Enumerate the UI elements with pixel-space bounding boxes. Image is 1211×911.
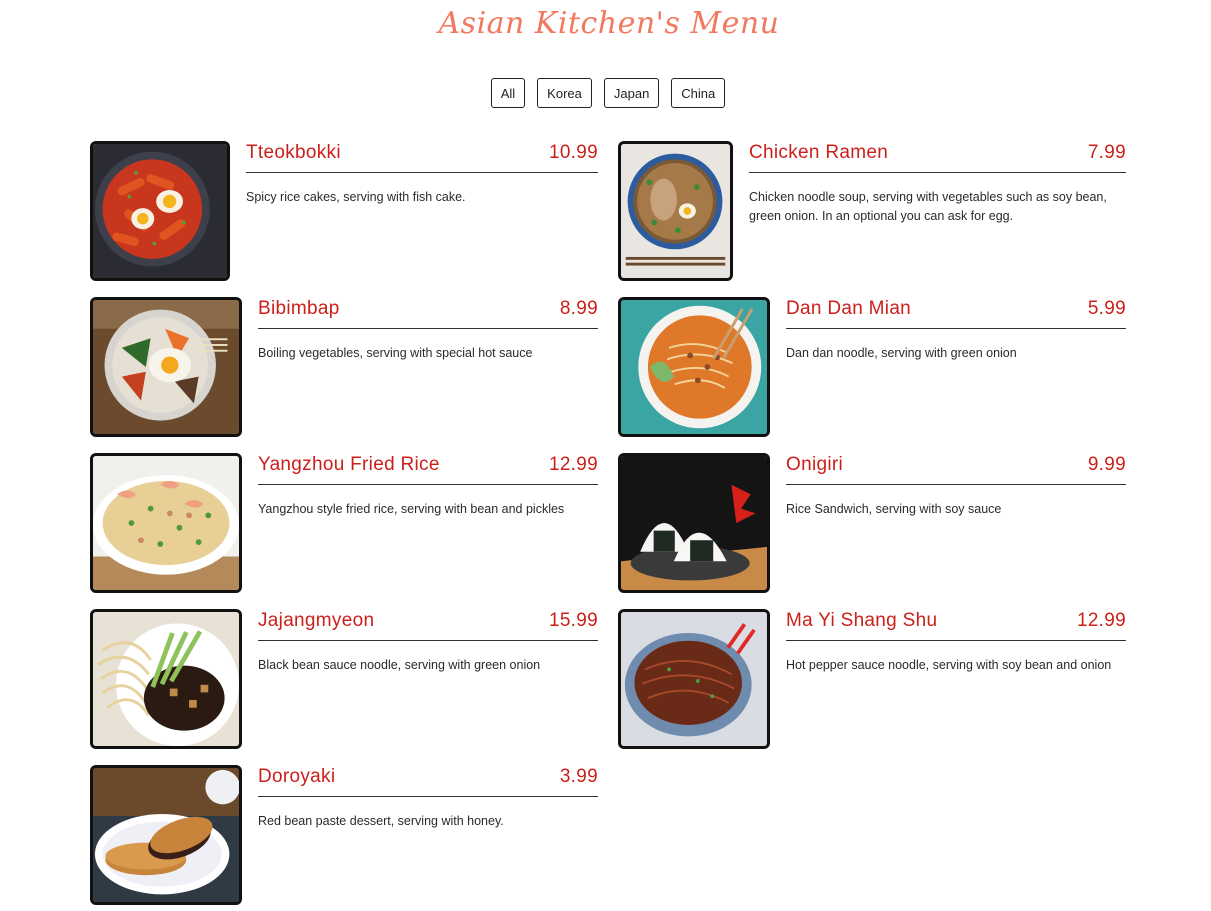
bibimbap-photo <box>90 297 242 437</box>
item-name: Dan Dan Mian <box>786 298 912 319</box>
ma-yi-shang-shu-photo <box>618 609 770 749</box>
menu-item: Bibimbap 8.99 Boiling vegetables, servin… <box>90 297 598 437</box>
item-name: Onigiri <box>786 454 844 475</box>
item-name: Tteokbokki <box>246 142 341 163</box>
menu-item: Onigiri 9.99 Rice Sandwich, serving with… <box>618 453 1126 593</box>
item-description: Black bean sauce noodle, serving with gr… <box>258 658 541 672</box>
item-description: Boiling vegetables, serving with special… <box>258 346 533 360</box>
item-description: Yangzhou style fried rice, serving with … <box>258 502 565 516</box>
item-description: Hot pepper sauce noodle, serving with so… <box>786 658 1112 672</box>
item-name: Doroyaki <box>258 766 336 787</box>
menu-item: Ma Yi Shang Shu 12.99 Hot pepper sauce n… <box>618 609 1126 749</box>
item-price: 12.99 <box>1076 610 1126 631</box>
item-name: Yangzhou Fried Rice <box>258 454 440 475</box>
dan-dan-mian-photo <box>618 297 770 437</box>
menu-item: Chicken Ramen 7.99 Chicken noodle soup, … <box>618 141 1126 281</box>
item-header: Dan Dan Mian 5.99 <box>786 297 1126 329</box>
menu-item: Tteokbokki 10.99 Spicy rice cakes, servi… <box>90 141 598 281</box>
filter-button-china[interactable]: China <box>671 78 726 108</box>
menu-item: Jajangmyeon 15.99 Black bean sauce noodl… <box>90 609 598 749</box>
item-description: Red bean paste dessert, serving with hon… <box>258 814 504 828</box>
menu-item: Dan Dan Mian 5.99 Dan dan noodle, servin… <box>618 297 1126 437</box>
chicken-ramen-photo <box>618 141 733 281</box>
item-description: Spicy rice cakes, serving with fish cake… <box>246 190 466 204</box>
item-price: 10.99 <box>548 142 598 163</box>
item-description: Chicken noodle soup, serving with vegeta… <box>749 190 1107 223</box>
item-header: Chicken Ramen 7.99 <box>749 141 1126 173</box>
item-price: 7.99 <box>1087 142 1126 163</box>
item-price: 5.99 <box>1087 298 1126 319</box>
item-header: Bibimbap 8.99 <box>258 297 598 329</box>
item-price: 15.99 <box>548 610 598 631</box>
item-price: 9.99 <box>1087 454 1126 475</box>
item-name: Ma Yi Shang Shu <box>786 610 938 631</box>
item-price: 3.99 <box>559 766 598 787</box>
item-header: Yangzhou Fried Rice 12.99 <box>258 453 598 485</box>
item-header: Doroyaki 3.99 <box>258 765 598 797</box>
menu-item: Doroyaki 3.99 Red bean paste dessert, se… <box>90 765 598 905</box>
filter-button-japan[interactable]: Japan <box>603 78 660 108</box>
item-header: Ma Yi Shang Shu 12.99 <box>786 609 1126 641</box>
doroyaki-photo <box>90 765 242 905</box>
tteokbokki-photo <box>90 141 230 281</box>
item-name: Chicken Ramen <box>749 142 889 163</box>
item-name: Jajangmyeon <box>258 610 375 631</box>
item-header: Jajangmyeon 15.99 <box>258 609 598 641</box>
menu-item: Yangzhou Fried Rice 12.99 Yangzhou style… <box>90 453 598 593</box>
item-price: 12.99 <box>548 454 598 475</box>
filter-bar: All Korea Japan China <box>0 78 1211 108</box>
item-description: Dan dan noodle, serving with green onion <box>786 346 1017 360</box>
item-header: Tteokbokki 10.99 <box>246 141 598 173</box>
filter-button-korea[interactable]: Korea <box>537 78 592 108</box>
item-description: Rice Sandwich, serving with soy sauce <box>786 502 1002 516</box>
item-name: Bibimbap <box>258 298 340 319</box>
jajangmyeon-photo <box>90 609 242 749</box>
filter-button-all[interactable]: All <box>490 78 526 108</box>
yangzhou-fried-rice-photo <box>90 453 242 593</box>
menu-page: Asian Kitchen's Menu All Korea Japan Chi… <box>0 0 1211 911</box>
onigiri-photo <box>618 453 770 593</box>
item-header: Onigiri 9.99 <box>786 453 1126 485</box>
page-title: Asian Kitchen's Menu <box>438 6 780 41</box>
item-price: 8.99 <box>559 298 598 319</box>
